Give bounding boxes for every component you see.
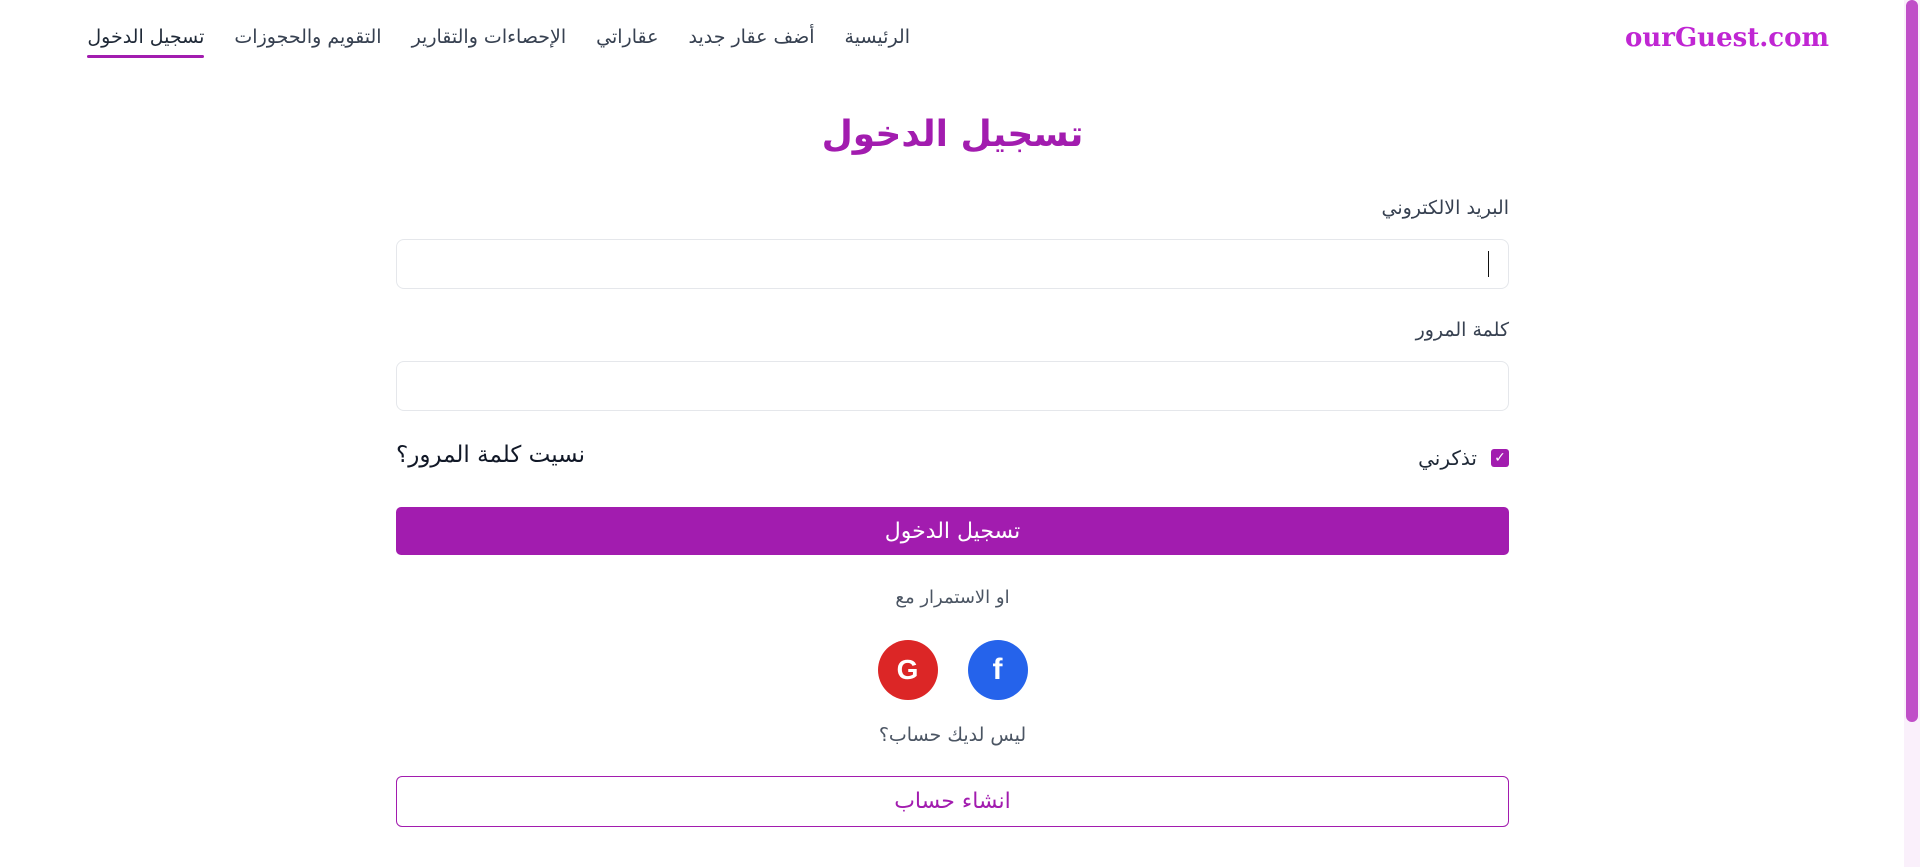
main-nav: الرئيسية أضف عقار جديد عقاراتي الإحصاءات… <box>87 26 910 58</box>
page-scrollbar[interactable] <box>1904 0 1920 867</box>
password-field[interactable] <box>396 361 1509 411</box>
facebook-login-button[interactable]: f <box>967 640 1028 700</box>
facebook-icon: f <box>992 653 1003 686</box>
nav-login[interactable]: تسجيل الدخول <box>87 26 205 58</box>
nav-home[interactable]: الرئيسية <box>845 26 910 48</box>
brand-logo[interactable]: ourGuest.com <box>1625 23 1829 53</box>
google-icon: G <box>896 654 919 685</box>
text-caret <box>1488 251 1489 277</box>
scrollbar-thumb[interactable] <box>1906 0 1918 722</box>
forgot-password-link[interactable]: نسيت كلمة المرور؟ <box>396 442 585 468</box>
password-label: كلمة المرور <box>1415 319 1509 341</box>
site-header: ourGuest.com الرئيسية أضف عقار جديد عقار… <box>0 0 1904 80</box>
social-login: f G <box>396 640 1509 700</box>
google-login-button[interactable]: G <box>877 640 938 700</box>
nav-add-property[interactable]: أضف عقار جديد <box>688 26 814 48</box>
no-account-text: ليس لديك حساب؟ <box>878 724 1027 746</box>
create-account-button[interactable]: انشاء حساب <box>396 776 1509 827</box>
remember-checkbox[interactable]: ✓ <box>1491 449 1509 467</box>
or-continue-text: او الاستمرار مع <box>895 587 1010 608</box>
nav-calendar-bookings[interactable]: التقويم والحجوزات <box>234 26 381 48</box>
page-title: تسجيل الدخول <box>821 114 1084 155</box>
nav-my-properties[interactable]: عقاراتي <box>596 26 658 48</box>
nav-statistics-reports[interactable]: الإحصاءات والتقارير <box>412 26 567 48</box>
email-field-wrapper <box>396 239 1509 289</box>
remember-label: تذكرني <box>1418 446 1477 470</box>
login-button[interactable]: تسجيل الدخول <box>396 507 1509 555</box>
email-field[interactable] <box>396 239 1509 289</box>
email-label: البريد الالكتروني <box>1381 197 1510 219</box>
remember-me[interactable]: ✓ تذكرني <box>1418 446 1509 470</box>
